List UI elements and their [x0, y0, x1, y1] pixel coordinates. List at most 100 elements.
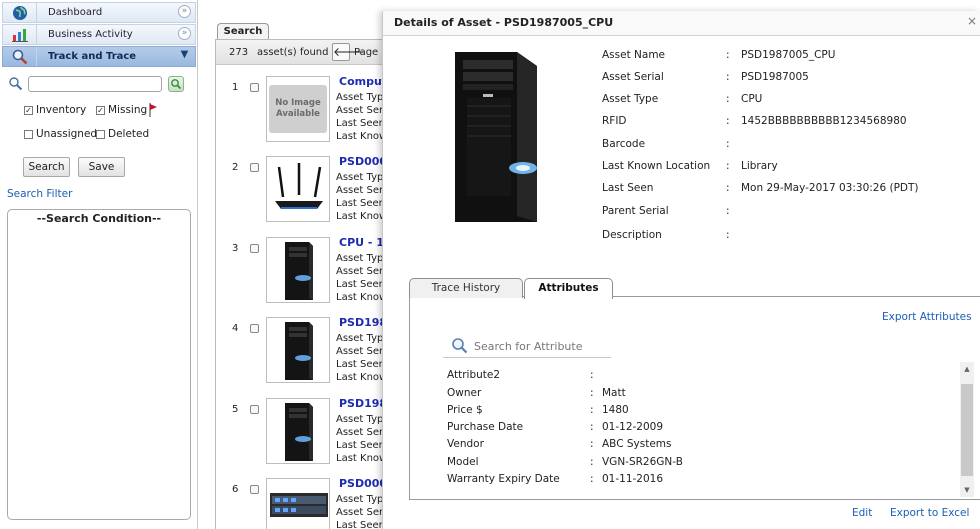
asset-title-link[interactable]: PSD198 — [339, 397, 387, 410]
checkbox-checked[interactable]: ✓ — [96, 105, 105, 115]
tab-trace-history[interactable]: Trace History — [409, 278, 523, 298]
search-row — [8, 76, 188, 94]
previous-page-arrow-icon[interactable]: 🡐 — [332, 43, 365, 61]
asset-line: Asset Typ — [336, 92, 384, 103]
attribute-separator: : — [590, 404, 594, 416]
row-number: 3 — [232, 243, 239, 254]
filter-label: Deleted — [108, 128, 150, 140]
attribute-search-placeholder: Search for Attribute — [474, 340, 583, 353]
filter-deleted[interactable]: Deleted — [96, 128, 149, 140]
filter-unassigned[interactable]: Unassigned — [24, 128, 97, 140]
scroll-down-arrow-icon[interactable]: ▼ — [960, 483, 974, 497]
row-number: 1 — [232, 82, 239, 93]
export-attributes-link[interactable]: Export Attributes — [882, 311, 972, 323]
list-item[interactable]: 1 No Image Available Comput Asset Typ As… — [216, 75, 400, 162]
field-separator: : — [726, 93, 730, 105]
field-separator: : — [726, 160, 730, 172]
field-value: 1452BBBBBBBBBB1234568980 — [741, 115, 907, 127]
list-item[interactable]: 6 PSD000 Asset Typ Asset Seri Last Seen — [216, 477, 400, 529]
attributes-scrollbar[interactable]: ▲ ▼ — [960, 362, 974, 497]
scroll-thumb[interactable] — [961, 384, 973, 476]
asset-line: Asset Seri — [336, 427, 386, 438]
field-value: PSD1987005 — [741, 71, 809, 83]
nav-track-and-trace[interactable]: Track and Trace ▼ — [2, 46, 196, 67]
asset-line: Last Know — [336, 292, 388, 303]
attribute-label: Purchase Date — [447, 421, 524, 433]
field-label: Asset Name — [602, 49, 666, 61]
nav-label: Dashboard — [48, 7, 103, 18]
save-button[interactable]: Save — [78, 157, 125, 177]
asset-line: Last Seen — [336, 359, 385, 370]
search-condition-box[interactable]: --Search Condition-- — [7, 209, 191, 520]
close-icon[interactable]: × — [967, 14, 977, 28]
checkbox[interactable] — [96, 129, 105, 139]
list-item[interactable]: 2 PSD000 Asset Typ Asset Seri Last Seen … — [216, 155, 400, 242]
checkbox[interactable] — [24, 129, 33, 139]
asset-title-link[interactable]: PSD198 — [339, 316, 387, 329]
nav-business-activity[interactable]: Business Activity » — [2, 24, 196, 45]
run-search-icon[interactable] — [168, 76, 184, 92]
checkbox-checked[interactable]: ✓ — [24, 105, 33, 115]
asset-line: Last Seen — [336, 520, 385, 529]
asset-line: Last Seen — [336, 198, 385, 209]
row-checkbox[interactable] — [250, 485, 259, 494]
search-input[interactable] — [28, 76, 162, 92]
asset-title-link[interactable]: Comput — [339, 75, 387, 88]
attribute-label: Model — [447, 456, 479, 468]
search-button[interactable]: Search — [23, 157, 70, 177]
tab-attributes[interactable]: Attributes — [524, 278, 613, 299]
field-label: Last Seen — [602, 182, 654, 194]
attribute-separator: : — [590, 438, 594, 450]
list-item[interactable]: 3 CPU - 1 Asset Typ Asset Seri Last Seen… — [216, 236, 400, 323]
tab-search[interactable]: Search — [217, 23, 269, 40]
chevron-down-icon[interactable]: ▼ — [178, 49, 191, 62]
row-checkbox[interactable] — [250, 83, 259, 92]
edit-link[interactable]: Edit — [852, 507, 872, 519]
chevron-right-icon[interactable]: » — [178, 27, 191, 40]
cpu-tower-image — [266, 398, 330, 464]
field-label: Parent Serial — [602, 205, 669, 217]
asset-title-link[interactable]: PSD000 — [339, 477, 387, 490]
attribute-separator: : — [590, 421, 594, 433]
attribute-value: Matt — [602, 387, 626, 399]
row-checkbox[interactable] — [250, 324, 259, 333]
asset-photo — [433, 46, 551, 226]
router-image — [266, 156, 330, 222]
field-value: Library — [741, 160, 778, 172]
scroll-up-arrow-icon[interactable]: ▲ — [960, 362, 974, 376]
magnifier-icon — [3, 47, 37, 66]
asset-line: Asset Seri — [336, 105, 386, 116]
attribute-label: Warranty Expiry Date — [447, 473, 560, 485]
attribute-search-field[interactable]: Search for Attribute — [443, 336, 611, 358]
asset-line: Asset Typ — [336, 253, 384, 264]
nav-dashboard[interactable]: Dashboard » — [2, 2, 196, 23]
export-to-excel-link[interactable]: Export to Excel — [890, 507, 969, 519]
asset-line: Asset Typ — [336, 333, 384, 344]
list-item[interactable]: 4 PSD198 Asset Typ Asset Seri Last Seen … — [216, 316, 400, 403]
row-checkbox[interactable] — [250, 405, 259, 414]
field-label: Barcode — [602, 138, 646, 150]
asset-title-link[interactable]: CPU - 1 — [339, 236, 384, 249]
field-label: Asset Type — [602, 93, 659, 105]
attribute-separator: : — [590, 369, 594, 381]
field-separator: : — [726, 71, 730, 83]
filter-missing[interactable]: ✓ Missing — [96, 104, 147, 116]
asset-line: Last Seen — [336, 279, 385, 290]
filter-label: Unassigned — [36, 128, 98, 140]
details-title: Details of Asset - PSD1987005_CPU — [394, 16, 614, 29]
row-number: 4 — [232, 323, 239, 334]
row-checkbox[interactable] — [250, 244, 259, 253]
chevron-right-icon[interactable]: » — [178, 5, 191, 18]
attributes-panel — [409, 296, 980, 500]
attribute-value: VGN-SR26GN-B — [602, 456, 683, 468]
list-item[interactable]: 5 PSD198 Asset Typ Asset Seri Last Seen … — [216, 397, 400, 484]
no-image-placeholder: No Image Available — [269, 85, 327, 133]
filter-inventory[interactable]: ✓ Inventory — [24, 104, 86, 116]
asset-details-panel: Details of Asset - PSD1987005_CPU × Asse… — [382, 11, 980, 529]
search-filter-link[interactable]: Search Filter — [7, 188, 72, 200]
row-checkbox[interactable] — [250, 163, 259, 172]
asset-title-link[interactable]: PSD000 — [339, 155, 387, 168]
nav-label: Business Activity — [48, 29, 133, 40]
field-label: RFID — [602, 115, 627, 127]
asset-line: Last Know — [336, 372, 388, 383]
